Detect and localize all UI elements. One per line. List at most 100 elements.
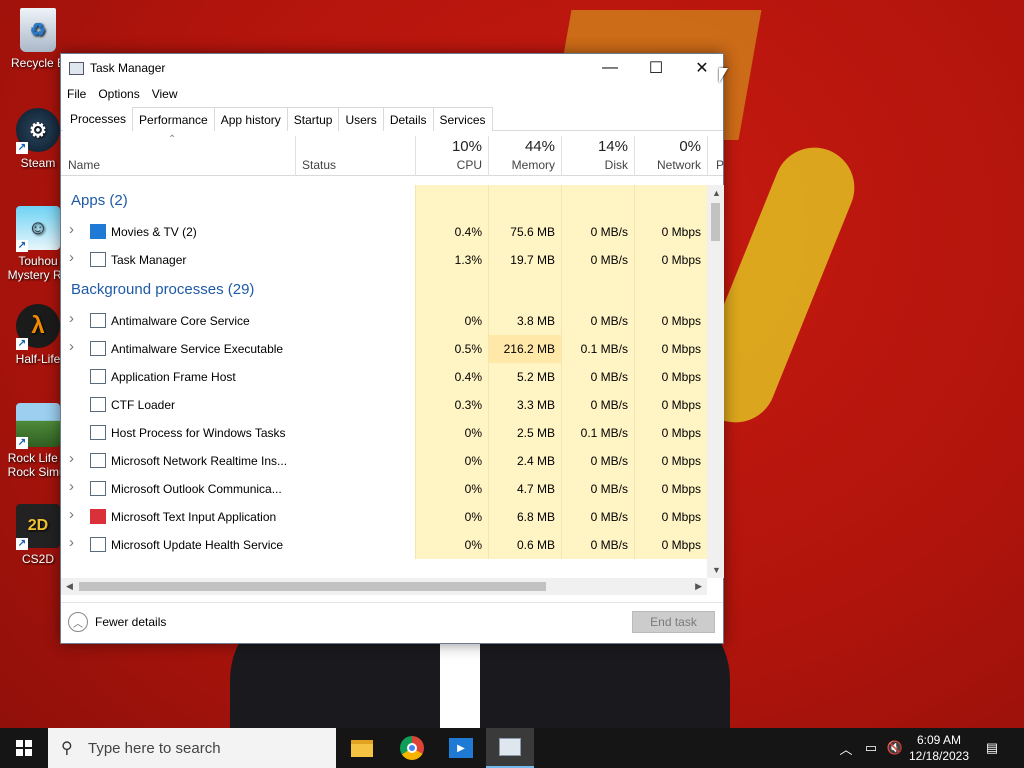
network-icon[interactable]: ▭ (860, 728, 882, 768)
mouse-cursor-icon (719, 68, 728, 83)
search-placeholder: Type here to search (88, 739, 221, 757)
scroll-left-icon[interactable]: ◀ (66, 581, 73, 592)
process-memory: 6.8 MB (516, 510, 555, 524)
process-network: 0 Mbps (661, 225, 701, 239)
process-memory: 216.2 MB (503, 342, 555, 356)
touhou-icon: ☺ ↗ (16, 206, 60, 252)
vertical-scroll-thumb[interactable] (711, 203, 720, 241)
expand-chevron-icon[interactable]: › (69, 310, 74, 327)
taskbar-clock[interactable]: 6:09 AM 12/18/2023 (904, 732, 974, 764)
column-memory[interactable]: 44% Memory (488, 136, 561, 176)
start-button[interactable] (0, 728, 48, 768)
process-cpu: 1.3% (454, 253, 482, 267)
column-network[interactable]: 0% Network (634, 136, 707, 176)
process-icon (90, 397, 106, 412)
process-network: 0 Mbps (661, 510, 701, 524)
process-row[interactable]: › Antimalware Service Executable 0.5% 216.2… (61, 335, 707, 363)
expand-chevron-icon[interactable]: › (69, 221, 74, 238)
process-cpu: 0% (464, 426, 482, 440)
process-row[interactable]: Application Frame Host 0.4% 5.2 MB 0 MB/s 0 … (61, 363, 707, 391)
vertical-scrollbar[interactable]: ▲ ▼ (707, 185, 724, 578)
tab-processes[interactable]: Processes (63, 106, 134, 131)
process-memory: 75.6 MB (510, 225, 555, 239)
process-memory: 2.4 MB (516, 454, 555, 468)
recycle-bin-icon: ♻ (20, 8, 56, 52)
window-title: Task Manager (90, 61, 166, 75)
process-network: 0 Mbps (661, 398, 701, 412)
menu-file[interactable]: File (67, 87, 92, 101)
rock-life-icon: ↗ (16, 403, 60, 449)
process-row[interactable]: › Microsoft Outlook Communica... 0% 4.7 MB 0… (61, 475, 707, 503)
process-cpu: 0.5% (454, 342, 482, 356)
column-power[interactable]: P (710, 136, 724, 176)
column-cpu[interactable]: 10% CPU (415, 136, 488, 176)
scroll-down-icon[interactable]: ▼ (712, 565, 721, 575)
taskbar-task-manager[interactable] (486, 728, 534, 768)
scroll-up-icon[interactable]: ▲ (712, 188, 721, 198)
group-header[interactable]: Apps (2) (61, 185, 707, 218)
process-icon (90, 313, 106, 328)
process-memory: 4.7 MB (516, 482, 555, 496)
taskbar-search-box[interactable]: ⚲ Type here to search (48, 728, 336, 768)
expand-chevron-icon[interactable]: › (69, 478, 74, 495)
column-disk[interactable]: 14% Disk (561, 136, 634, 176)
process-row[interactable]: › Microsoft Text Input Application 0% 6.8 M… (61, 503, 707, 531)
expand-chevron-icon[interactable]: › (69, 338, 74, 355)
chrome-icon (400, 736, 424, 760)
tab-services[interactable]: Services (432, 107, 493, 131)
show-hidden-icons-button[interactable]: ︿ (836, 728, 856, 768)
process-cpu: 0% (464, 454, 482, 468)
maximize-button[interactable]: ☐ (633, 54, 679, 82)
steam-icon: ⚙ ↗ (16, 108, 60, 154)
title-bar[interactable]: Task Manager — ☐ ✕ (61, 54, 723, 82)
tab-bar: Processes Performance App history Startu… (61, 106, 723, 131)
end-task-button[interactable]: End task (632, 611, 715, 633)
volume-muted-icon[interactable]: 🔇 (884, 728, 906, 768)
process-disk: 0 MB/s (590, 314, 628, 328)
taskbar-movies-tv[interactable]: ▶ (437, 728, 485, 768)
process-row[interactable]: › Antimalware Core Service 0% 3.8 MB 0 MB/s 0… (61, 307, 707, 335)
process-name: Movies & TV (2) (111, 225, 197, 239)
process-name: CTF Loader (111, 398, 176, 412)
column-name[interactable]: Name (61, 136, 295, 176)
tab-performance[interactable]: Performance (132, 107, 215, 131)
clock-date: 12/18/2023 (908, 749, 970, 763)
scroll-right-icon[interactable]: ▶ (695, 581, 702, 592)
process-icon (90, 369, 106, 384)
process-network: 0 Mbps (661, 342, 701, 356)
fewer-details-button[interactable]: ︿ Fewer details (68, 612, 166, 632)
tab-details[interactable]: Details (382, 107, 434, 131)
heat-cell (561, 274, 634, 307)
expand-chevron-icon[interactable]: › (69, 249, 74, 266)
search-icon: ⚲ (61, 740, 73, 757)
process-row[interactable]: › Movies & TV (2) 0.4% 75.6 MB 0 MB/s 0 Mbps (61, 218, 707, 246)
horizontal-scroll-thumb[interactable] (79, 582, 546, 591)
notifications-icon[interactable]: ▤ (980, 728, 1004, 768)
tab-startup[interactable]: Startup (286, 107, 340, 131)
taskbar-chrome[interactable] (388, 728, 436, 768)
process-row[interactable]: › Microsoft Network Realtime Ins... 0% 2.4 … (61, 447, 707, 475)
group-header[interactable]: Background processes (29) (61, 274, 707, 307)
process-row[interactable]: › Task Manager 1.3% 19.7 MB 0 MB/s 0 Mbps (61, 246, 707, 274)
process-cpu: 0.4% (454, 370, 482, 384)
tab-users[interactable]: Users (338, 107, 384, 131)
process-row[interactable]: CTF Loader 0.3% 3.3 MB 0 MB/s 0 Mbps (61, 391, 707, 419)
horizontal-scrollbar[interactable]: ◀ ▶ (61, 578, 707, 595)
process-row[interactable]: Host Process for Windows Tasks 0% 2.5 MB 0.… (61, 419, 707, 447)
process-disk: 0 MB/s (590, 454, 628, 468)
tab-app-history[interactable]: App history (213, 107, 288, 131)
column-status[interactable]: Status (295, 136, 415, 176)
heat-cell (634, 185, 707, 218)
expand-chevron-icon[interactable]: › (69, 534, 74, 551)
expand-chevron-icon[interactable]: › (69, 450, 74, 467)
expand-chevron-icon[interactable]: › (69, 506, 74, 523)
heat-cell (488, 274, 561, 307)
process-name: Microsoft Update Health Service (111, 538, 284, 552)
menu-options[interactable]: Options (98, 87, 145, 101)
process-row[interactable]: › Microsoft Update Health Service 0% 0.6 MB… (61, 531, 707, 559)
minimize-button[interactable]: — (587, 54, 633, 82)
process-disk: 0 MB/s (590, 225, 628, 239)
process-memory: 3.3 MB (516, 398, 555, 412)
taskbar-file-explorer[interactable] (338, 728, 386, 768)
menu-view[interactable]: View (152, 87, 184, 101)
